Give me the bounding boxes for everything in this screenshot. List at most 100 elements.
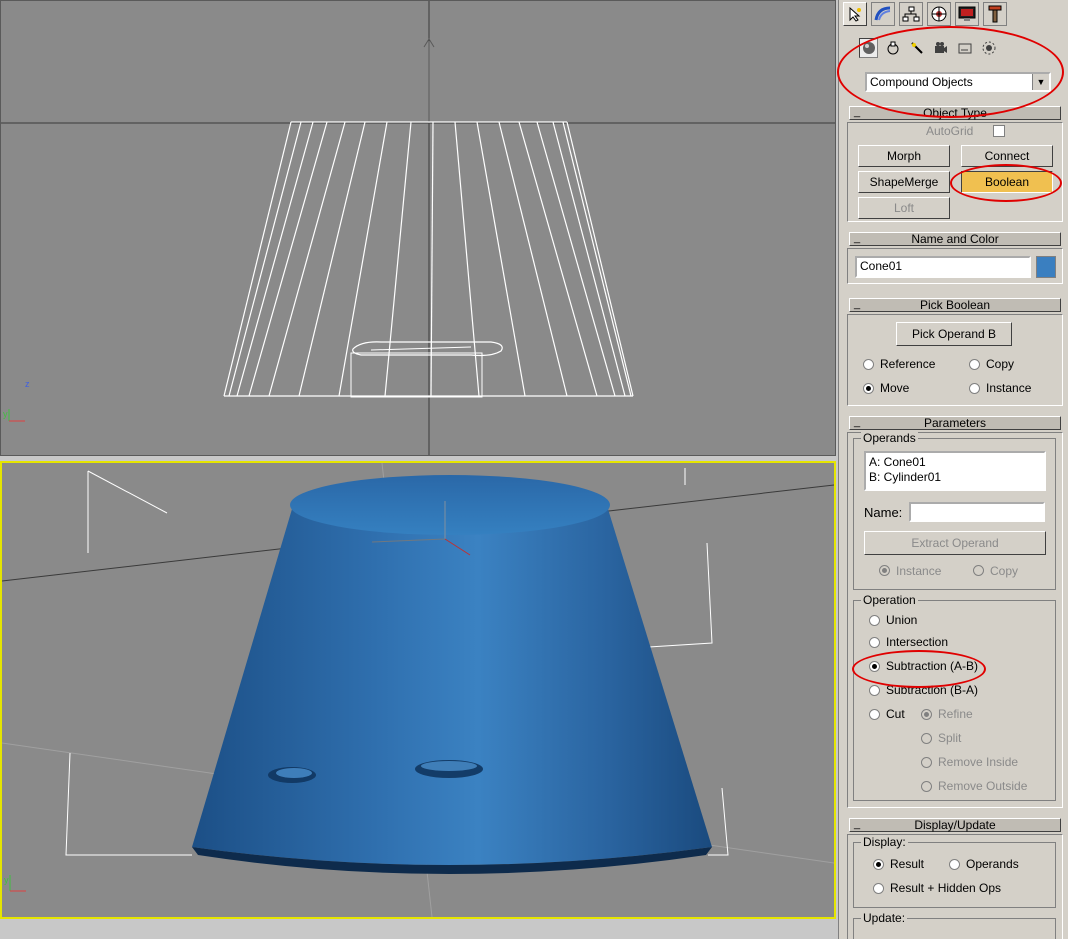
autogrid-checkbox[interactable] — [993, 125, 1005, 137]
display-group — [853, 842, 1056, 908]
cut-radio[interactable] — [869, 709, 880, 720]
remove-inside-label: Remove Inside — [938, 755, 1019, 769]
space-warps-tab[interactable] — [979, 38, 998, 58]
display-operands-radio[interactable] — [949, 859, 960, 870]
wireframe-edge — [552, 121, 626, 397]
operand-b-item[interactable]: B: Cylinder01 — [869, 470, 1041, 485]
object-type-title: Object Type — [923, 106, 987, 120]
chevron-down-icon[interactable]: ▼ — [1032, 74, 1049, 90]
cut-label: Cut — [886, 707, 905, 721]
extract-operand-button[interactable]: Extract Operand — [864, 531, 1046, 555]
morph-button[interactable]: Morph — [858, 145, 950, 167]
instance-label: Instance — [986, 381, 1032, 395]
parameters-rollout-header[interactable]: _ Parameters — [849, 416, 1061, 430]
intersection-radio[interactable] — [869, 637, 880, 648]
helpers-tab[interactable] — [955, 38, 974, 58]
display-result-hidden-radio[interactable] — [873, 883, 884, 894]
wireframe-edge — [498, 121, 568, 397]
move-radio[interactable] — [863, 383, 874, 394]
wireframe-edge — [298, 121, 366, 397]
collapse-icon: _ — [854, 298, 861, 310]
shapes-icon — [887, 41, 898, 55]
subtraction-ab-label: Subtraction (A-B) — [886, 659, 979, 673]
remove-inside-radio[interactable] — [921, 757, 932, 768]
svg-text:y: y — [4, 875, 9, 885]
split-label: Split — [938, 731, 962, 745]
name-color-rollout-header[interactable]: _ Name and Color — [849, 232, 1061, 246]
reference-radio[interactable] — [863, 359, 874, 370]
create-tab[interactable] — [843, 2, 867, 26]
intersection-label: Intersection — [886, 635, 949, 649]
parameters-title: Parameters — [923, 416, 987, 430]
pick-operand-b-button[interactable]: Pick Operand B — [896, 322, 1012, 346]
display-result-hidden-label: Result + Hidden Ops — [890, 881, 1002, 895]
display-update-title: Display/Update — [914, 818, 996, 832]
subtraction-ab-radio[interactable] — [869, 661, 880, 672]
pick-boolean-title: Pick Boolean — [919, 298, 991, 312]
cameras-tab[interactable] — [931, 38, 950, 58]
helpers-icon — [958, 43, 971, 54]
geometry-tab[interactable] — [859, 38, 878, 58]
reference-label: Reference — [880, 357, 936, 371]
remove-outside-label: Remove Outside — [938, 779, 1028, 793]
motion-tab[interactable] — [927, 2, 951, 26]
object-type-rollout-header[interactable]: _ Object Type — [849, 106, 1061, 120]
space-warps-icon — [982, 41, 995, 55]
refine-radio[interactable] — [921, 709, 932, 720]
wireframe-edge — [566, 121, 634, 397]
operand-name-label: Name: — [864, 505, 903, 520]
update-group-title: Update: — [861, 911, 908, 925]
remove-outside-radio[interactable] — [921, 781, 932, 792]
copy-radio[interactable] — [969, 359, 980, 370]
pick-boolean-rollout-header[interactable]: _ Pick Boolean — [849, 298, 1061, 312]
subtraction-ba-radio[interactable] — [869, 685, 880, 696]
motion-icon — [931, 6, 947, 22]
boolean-button[interactable]: Boolean — [961, 171, 1053, 193]
wireframe-edge — [536, 121, 616, 397]
connect-button[interactable]: Connect — [961, 145, 1053, 167]
union-label: Union — [886, 613, 918, 627]
union-radio[interactable] — [869, 615, 880, 626]
perspective-viewport[interactable]: y — [0, 461, 836, 919]
split-radio[interactable] — [921, 733, 932, 744]
axis-tripod-front: y z — [3, 379, 30, 422]
axis-tripod-perspective: y — [4, 875, 26, 892]
object-color-swatch[interactable] — [1036, 256, 1056, 278]
lights-icon — [910, 42, 923, 54]
display-update-rollout-header[interactable]: _ Display/Update — [849, 818, 1061, 832]
extract-copy-radio[interactable] — [973, 565, 984, 576]
svg-text:z: z — [25, 379, 30, 389]
operands-list[interactable]: A: Cone01 B: Cylinder01 — [864, 451, 1046, 491]
instance-radio[interactable] — [969, 383, 980, 394]
perspective-viewport-canvas: y — [2, 463, 834, 917]
shapemerge-button[interactable]: ShapeMerge — [858, 171, 950, 193]
operand-a-item[interactable]: A: Cone01 — [869, 455, 1041, 470]
hierarchy-tab[interactable] — [899, 2, 923, 26]
copy-label: Copy — [986, 357, 1015, 371]
collapse-icon: _ — [854, 106, 861, 118]
loft-button[interactable]: Loft — [858, 197, 950, 219]
object-name-field[interactable]: Cone01 — [855, 256, 1031, 278]
create-icon — [849, 6, 861, 22]
subcategory-value: Compound Objects — [870, 75, 973, 89]
front-viewport[interactable]: y z — [0, 0, 836, 456]
refine-label: Refine — [938, 707, 973, 721]
name-color-title: Name and Color — [911, 232, 999, 246]
operands-group-title: Operands — [861, 431, 918, 445]
display-result-label: Result — [890, 857, 925, 871]
viewport-status-strip — [0, 921, 838, 939]
subtraction-ba-label: Subtraction (B-A) — [886, 683, 979, 697]
extract-instance-radio[interactable] — [879, 565, 890, 576]
display-result-radio[interactable] — [873, 859, 884, 870]
command-panel-tabs — [843, 2, 1007, 28]
modify-tab[interactable] — [871, 2, 895, 26]
operation-group-title: Operation — [861, 593, 918, 607]
subcategory-dropdown[interactable]: Compound Objects ▼ — [865, 72, 1051, 92]
autogrid-label: AutoGrid — [926, 124, 974, 138]
utilities-tab[interactable] — [983, 2, 1007, 26]
operand-name-field[interactable] — [909, 502, 1045, 522]
shapes-tab[interactable] — [883, 38, 902, 58]
lights-tab[interactable] — [907, 38, 926, 58]
display-tab[interactable] — [955, 2, 979, 26]
utilities-icon — [988, 5, 1002, 23]
